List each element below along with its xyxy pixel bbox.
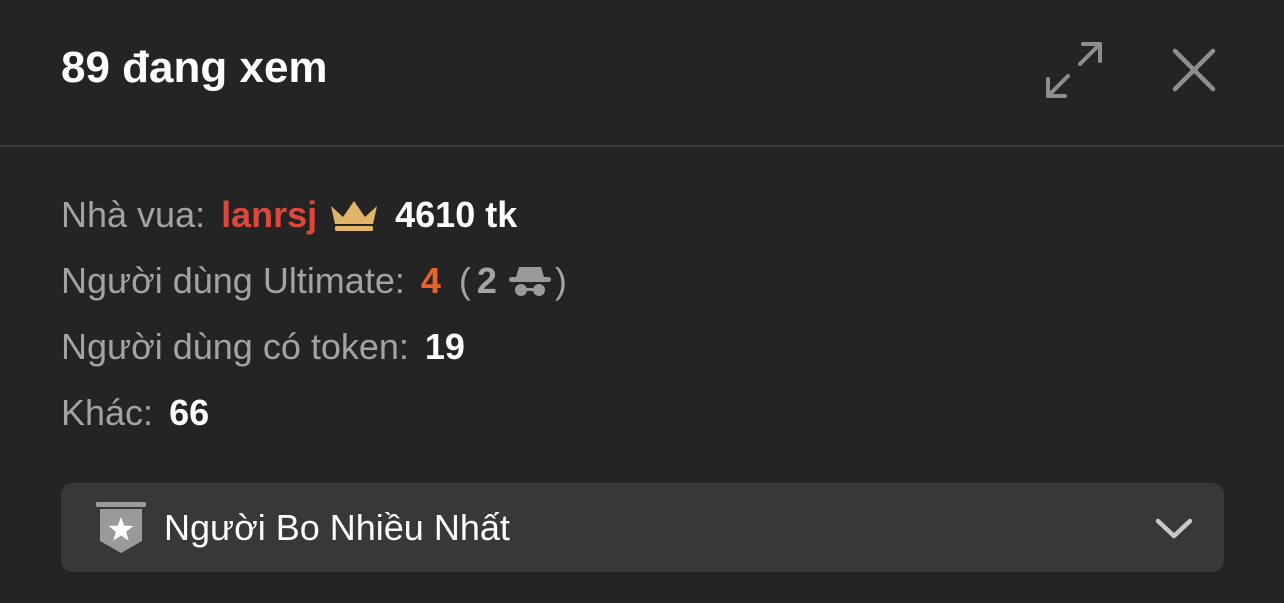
dropdown-label: Người Bo Nhiều Nhất (164, 506, 510, 548)
header-divider (0, 145, 1284, 147)
close-button[interactable] (1164, 40, 1224, 100)
panel-header: 89 đang xem (0, 0, 1284, 145)
king-tokens: 4610 tk (395, 194, 518, 235)
chevron-down-icon (1155, 518, 1193, 539)
others-label: Khác: (61, 392, 154, 433)
crown-icon (329, 198, 379, 232)
token-users-row: Người dùng có token: 19 (61, 314, 1221, 380)
expand-arrows-icon (1046, 42, 1102, 98)
open-paren: ( (458, 260, 471, 301)
ultimate-label: Người dùng Ultimate: (61, 260, 405, 301)
viewers-panel: 89 đang xem Nhà vua: lanrsj 4610 tk Ngườ… (0, 0, 1284, 603)
expand-button[interactable] (1044, 40, 1104, 100)
token-users-label: Người dùng có token: (61, 326, 409, 367)
token-users-count: 19 (424, 326, 465, 367)
others-row: Khác: 66 (61, 380, 1221, 446)
king-username[interactable]: lanrsj (221, 194, 317, 236)
close-paren: ) (554, 260, 567, 301)
others-count: 66 (169, 392, 210, 433)
ultimate-count: 4 (420, 260, 441, 301)
star-badge-icon (94, 501, 148, 555)
king-row: Nhà vua: lanrsj 4610 tk (61, 182, 1221, 248)
viewer-stats: Nhà vua: lanrsj 4610 tk Người dùng Ultim… (61, 182, 1221, 446)
close-icon (1172, 48, 1216, 92)
anonymous-count: 2 (476, 260, 497, 301)
viewer-count-title: 89 đang xem (61, 43, 328, 92)
top-tippers-dropdown[interactable]: Người Bo Nhiều Nhất (61, 483, 1224, 572)
incognito-icon (507, 263, 553, 299)
king-label: Nhà vua: (61, 194, 206, 235)
ultimate-row: Người dùng Ultimate: 4 ( 2 ) (61, 248, 1221, 314)
